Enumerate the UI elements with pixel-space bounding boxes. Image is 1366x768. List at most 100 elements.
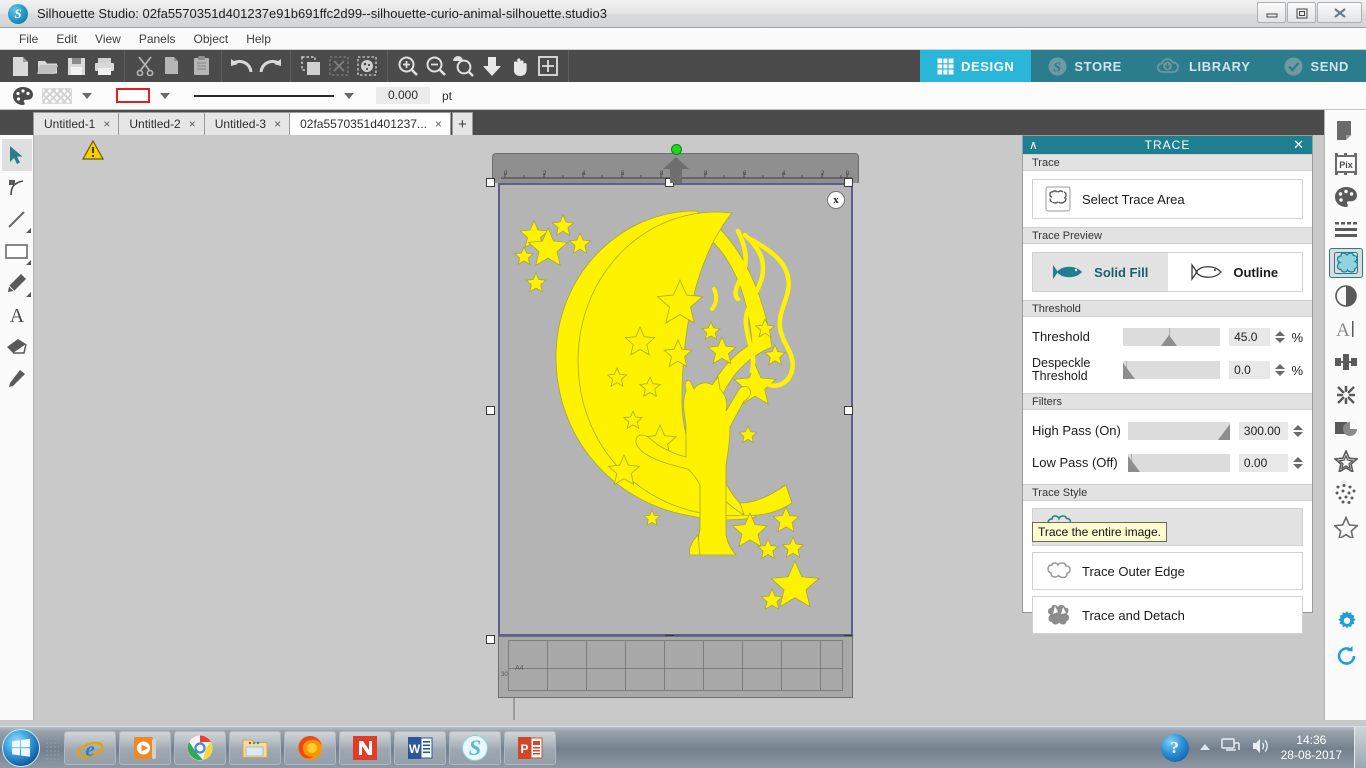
cutting-mat[interactable]: 024 688 642 0 x A4 30: [486, 144, 859, 709]
save-icon[interactable]: [62, 52, 90, 80]
copy-icon[interactable]: [159, 52, 187, 80]
undo-icon[interactable]: [228, 52, 256, 80]
open-folder-icon[interactable]: [34, 52, 62, 80]
color-palette-icon[interactable]: [10, 82, 36, 110]
line-weight-input[interactable]: 0.000: [376, 87, 430, 104]
edit-points-tool[interactable]: [2, 171, 32, 203]
trace-icon[interactable]: [1328, 248, 1363, 278]
fit-window-icon[interactable]: [534, 52, 562, 80]
align-icon[interactable]: [1329, 347, 1363, 377]
taskbar-windows-explorer[interactable]: [229, 730, 281, 765]
doc-tab-close-icon[interactable]: ×: [103, 117, 110, 131]
knife-tool[interactable]: [2, 363, 32, 395]
despeckle-value[interactable]: 0.0: [1229, 361, 1271, 379]
zoom-in-icon[interactable]: [394, 52, 422, 80]
highpass-spinner[interactable]: [1293, 425, 1303, 437]
zoom-selection-icon[interactable]: [450, 52, 478, 80]
close-button[interactable]: [1317, 2, 1362, 23]
highpass-value[interactable]: 300.00: [1238, 422, 1288, 440]
taskbar-clock[interactable]: 14:36 28-08-2017: [1281, 733, 1342, 763]
rotate-handle[interactable]: [671, 144, 682, 155]
menu-object[interactable]: Object: [185, 30, 238, 48]
offset-icon[interactable]: [1329, 413, 1363, 443]
pixscan-icon[interactable]: Pix: [1329, 149, 1363, 179]
star-outline-icon[interactable]: [1329, 512, 1363, 542]
taskbar-mozilla-firefox[interactable]: [284, 730, 336, 765]
doc-tab-close-icon[interactable]: ×: [435, 117, 442, 131]
doc-tab-active-file[interactable]: 02fa5570351d401237... ×: [289, 112, 451, 135]
volume-speaker-icon[interactable]: [1251, 737, 1271, 758]
help-question-orb[interactable]: ?: [1160, 733, 1189, 762]
taskbar-microsoft-word[interactable]: W: [394, 730, 446, 765]
sketch-dots-icon[interactable]: [1329, 479, 1363, 509]
show-hidden-icons-arrow[interactable]: [1199, 741, 1211, 755]
delete-icon[interactable]: [325, 52, 353, 80]
text-style-icon[interactable]: A: [1329, 314, 1363, 344]
line-tool[interactable]: [2, 203, 32, 235]
design-page[interactable]: x: [498, 183, 853, 636]
nav-tab-store[interactable]: S STORE: [1031, 50, 1139, 82]
fill-color-swatch[interactable]: [42, 87, 72, 104]
duplicate-icon[interactable]: [297, 52, 325, 80]
settings-gear-icon[interactable]: [1330, 606, 1364, 636]
show-desktop-button[interactable]: [1354, 727, 1366, 768]
pan-hand-icon[interactable]: [506, 52, 534, 80]
line-style-icon[interactable]: [1329, 215, 1363, 245]
select-arrow-tool[interactable]: [1, 139, 32, 171]
nav-tab-library[interactable]: LIBRARY: [1139, 50, 1268, 82]
menu-panels[interactable]: Panels: [130, 30, 185, 48]
modify-icon[interactable]: [1329, 380, 1363, 410]
color-palette-icon[interactable]: [1329, 182, 1363, 212]
menu-view[interactable]: View: [86, 30, 130, 48]
taskbar-microsoft-powerpoint[interactable]: P: [504, 730, 556, 765]
threshold-spinner[interactable]: [1275, 331, 1286, 343]
warning-triangle-icon[interactable]: [81, 139, 105, 160]
solid-fill-option[interactable]: Solid Fill: [1033, 253, 1168, 291]
draw-pencil-tool[interactable]: [2, 267, 32, 299]
doc-tab-untitled-1[interactable]: Untitled-1 ×: [33, 112, 120, 135]
zoom-out-icon[interactable]: [422, 52, 450, 80]
collapse-panel-icon[interactable]: ∧: [1029, 138, 1039, 152]
fill-selection-icon[interactable]: [353, 52, 381, 80]
doc-tab-untitled-2[interactable]: Untitled-2 ×: [118, 112, 205, 135]
line-style-preview[interactable]: [194, 89, 334, 103]
nav-tab-design[interactable]: DESIGN: [919, 50, 1032, 82]
doc-tab-untitled-3[interactable]: Untitled-3 ×: [203, 112, 291, 135]
line-color-swatch[interactable]: [116, 88, 150, 103]
menu-help[interactable]: Help: [237, 30, 280, 48]
threshold-value[interactable]: 45.0: [1229, 328, 1271, 346]
rectangle-tool[interactable]: [2, 235, 32, 267]
page-setup-icon[interactable]: [1329, 116, 1363, 146]
lowpass-value[interactable]: 0.00: [1238, 454, 1288, 472]
taskbar-windows-media-player[interactable]: [119, 730, 171, 765]
restore-button[interactable]: [1287, 2, 1316, 23]
sync-refresh-icon[interactable]: [1330, 640, 1364, 670]
taskbar-google-chrome[interactable]: [174, 730, 226, 765]
close-image-button[interactable]: x: [827, 191, 845, 209]
threshold-slider[interactable]: [1123, 328, 1221, 346]
taskbar-silhouette-studio[interactable]: S: [449, 730, 501, 765]
fit-page-icon[interactable]: [478, 52, 506, 80]
new-tab-button[interactable]: +: [451, 112, 473, 135]
lowpass-spinner[interactable]: [1293, 457, 1303, 469]
select-trace-area-button[interactable]: Select Trace Area: [1032, 179, 1303, 219]
contrast-icon[interactable]: [1329, 281, 1363, 311]
text-tool[interactable]: A: [2, 299, 32, 331]
highpass-slider[interactable]: [1128, 422, 1230, 440]
taskbar-internet-explorer[interactable]: e: [64, 730, 116, 765]
eraser-tool[interactable]: [2, 331, 32, 363]
taskbar-grip[interactable]: [45, 732, 59, 763]
windows-start-orb[interactable]: [2, 728, 40, 767]
doc-tab-close-icon[interactable]: ×: [274, 117, 281, 131]
doc-tab-close-icon[interactable]: ×: [189, 117, 196, 131]
close-panel-icon[interactable]: ✕: [1293, 137, 1305, 153]
redo-icon[interactable]: [256, 52, 284, 80]
paste-clipboard-icon[interactable]: [187, 52, 215, 80]
nav-tab-send[interactable]: SEND: [1267, 50, 1366, 82]
lowpass-slider[interactable]: [1128, 454, 1230, 472]
line-color-dropdown-caret[interactable]: [160, 92, 170, 99]
fill-color-dropdown-caret[interactable]: [82, 92, 92, 99]
cut-scissors-icon[interactable]: [131, 52, 159, 80]
trace-and-detach-button[interactable]: Trace and Detach: [1032, 596, 1303, 634]
line-tool-flyout-arrow[interactable]: [25, 228, 31, 233]
